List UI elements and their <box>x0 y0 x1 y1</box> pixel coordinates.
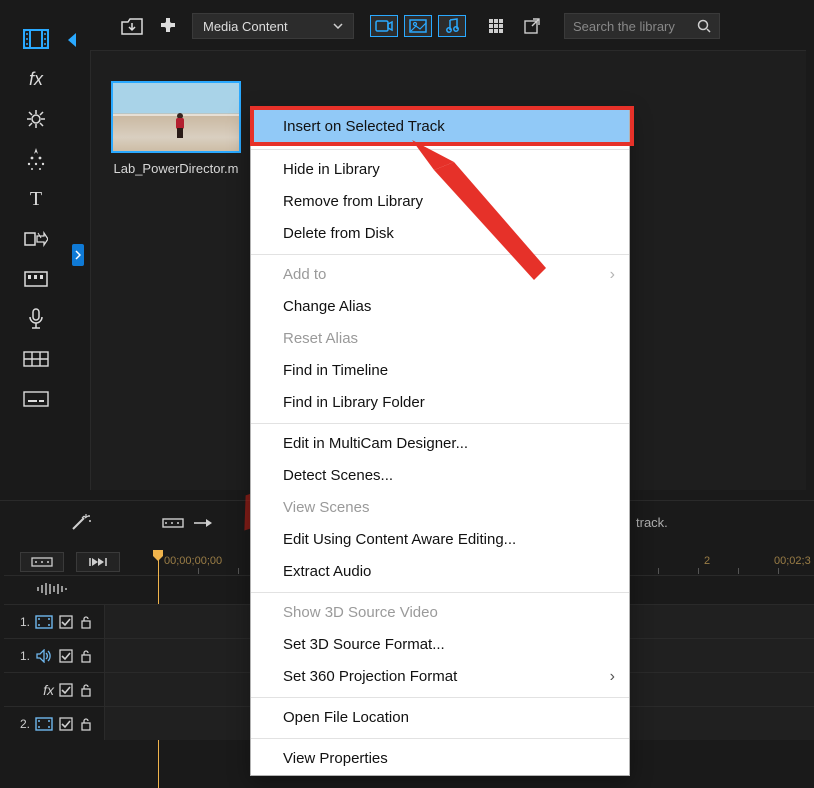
overlay-room-tab[interactable] <box>20 108 52 130</box>
particle-room-tab[interactable] <box>20 148 52 170</box>
search-placeholder: Search the library <box>573 19 689 34</box>
track-visible-checkbox[interactable] <box>56 649 76 663</box>
active-tab-indicator <box>68 33 76 47</box>
clip-filename: Lab_PowerDirector.m <box>111 161 241 176</box>
menu-show-3d-source: Show 3D Source Video <box>251 597 629 629</box>
chapter-room-tab[interactable] <box>20 348 52 370</box>
menu-add-to: Add to <box>251 259 629 291</box>
track-lock-icon[interactable] <box>76 717 96 731</box>
title-room-tab[interactable]: T <box>20 188 52 210</box>
track-visible-checkbox[interactable] <box>56 683 76 697</box>
media-filter-label: Media Content <box>203 19 288 34</box>
timecode-1: 2 <box>704 555 710 567</box>
video-track-icon <box>32 615 56 629</box>
library-top-toolbar: Media Content Search the library <box>120 8 720 44</box>
menu-separator <box>251 254 629 255</box>
audio-track-icon <box>32 649 56 663</box>
track-index: 1. <box>4 649 32 663</box>
media-filter-dropdown[interactable]: Media Content <box>192 13 354 39</box>
open-window-icon[interactable] <box>520 14 544 38</box>
library-search-input[interactable]: Search the library <box>564 13 720 39</box>
left-sidebar: fx T <box>20 28 68 410</box>
video-track-icon <box>32 717 56 731</box>
menu-edit-content-aware[interactable]: Edit Using Content Aware Editing... <box>251 524 629 556</box>
hint-text: track. <box>636 515 668 530</box>
track-index: 2. <box>4 717 32 731</box>
track-index: 1. <box>4 615 32 629</box>
menu-reset-alias: Reset Alias <box>251 323 629 355</box>
menu-remove-from-library[interactable]: Remove from Library <box>251 186 629 218</box>
menu-set-3d-source-format[interactable]: Set 3D Source Format... <box>251 629 629 661</box>
menu-separator <box>251 738 629 739</box>
media-clip-item[interactable]: Lab_PowerDirector.m <box>111 81 241 176</box>
waveform-icon[interactable] <box>36 582 68 596</box>
voice-over-room-tab[interactable] <box>20 308 52 330</box>
menu-view-scenes: View Scenes <box>251 492 629 524</box>
menu-insert-selected-track[interactable]: Insert on Selected Track <box>251 109 629 145</box>
track-index: fx <box>4 682 56 698</box>
effects-room-tab[interactable]: fx <box>20 68 52 90</box>
media-room-tab[interactable] <box>20 28 52 50</box>
track-lock-icon[interactable] <box>76 615 96 629</box>
menu-hide-in-library[interactable]: Hide in Library <box>251 154 629 186</box>
media-type-filters <box>370 15 466 37</box>
track-visible-checkbox[interactable] <box>56 717 76 731</box>
plugins-icon[interactable] <box>156 14 180 38</box>
menu-edit-multicam[interactable]: Edit in MultiCam Designer... <box>251 428 629 460</box>
chevron-down-icon <box>333 23 343 29</box>
menu-change-alias[interactable]: Change Alias <box>251 291 629 323</box>
search-icon <box>697 19 711 33</box>
menu-separator <box>251 423 629 424</box>
video-filter-icon[interactable] <box>370 15 398 37</box>
menu-separator <box>251 697 629 698</box>
menu-separator <box>251 592 629 593</box>
clip-thumbnail <box>111 81 241 153</box>
subtitle-room-tab[interactable] <box>20 388 52 410</box>
clip-context-menu: Insert on Selected Track Hide in Library… <box>250 108 630 776</box>
menu-find-in-timeline[interactable]: Find in Timeline <box>251 355 629 387</box>
audio-filter-icon[interactable] <box>438 15 466 37</box>
track-lock-icon[interactable] <box>76 649 96 663</box>
menu-detect-scenes[interactable]: Detect Scenes... <box>251 460 629 492</box>
menu-separator <box>251 149 629 150</box>
track-visible-checkbox[interactable] <box>56 615 76 629</box>
menu-view-properties[interactable]: View Properties <box>251 743 629 775</box>
magic-wand-icon[interactable] <box>70 514 92 532</box>
timecode-0: 00;00;00;00 <box>164 555 222 567</box>
timeline-tool-marker[interactable] <box>20 552 64 572</box>
expand-sidebar-button[interactable] <box>72 244 84 266</box>
timeline-tool-next[interactable] <box>76 552 120 572</box>
track-header-icons <box>36 582 68 596</box>
snap-toggle-icon[interactable] <box>162 516 212 530</box>
timecode-2: 00;02;3 <box>774 555 811 567</box>
grid-view-icon[interactable] <box>484 14 508 38</box>
menu-set-360-projection[interactable]: Set 360 Projection Format <box>251 661 629 693</box>
track-lock-icon[interactable] <box>76 683 96 697</box>
menu-extract-audio[interactable]: Extract Audio <box>251 556 629 588</box>
menu-find-in-library-folder[interactable]: Find in Library Folder <box>251 387 629 419</box>
menu-open-file-location[interactable]: Open File Location <box>251 702 629 734</box>
app-root: { "toolbar": { "media_dropdown_label": "… <box>0 0 814 788</box>
audio-mixing-room-tab[interactable] <box>20 268 52 290</box>
import-media-icon[interactable] <box>120 14 144 38</box>
image-filter-icon[interactable] <box>404 15 432 37</box>
menu-delete-from-disk[interactable]: Delete from Disk <box>251 218 629 250</box>
transition-room-tab[interactable] <box>20 228 52 250</box>
